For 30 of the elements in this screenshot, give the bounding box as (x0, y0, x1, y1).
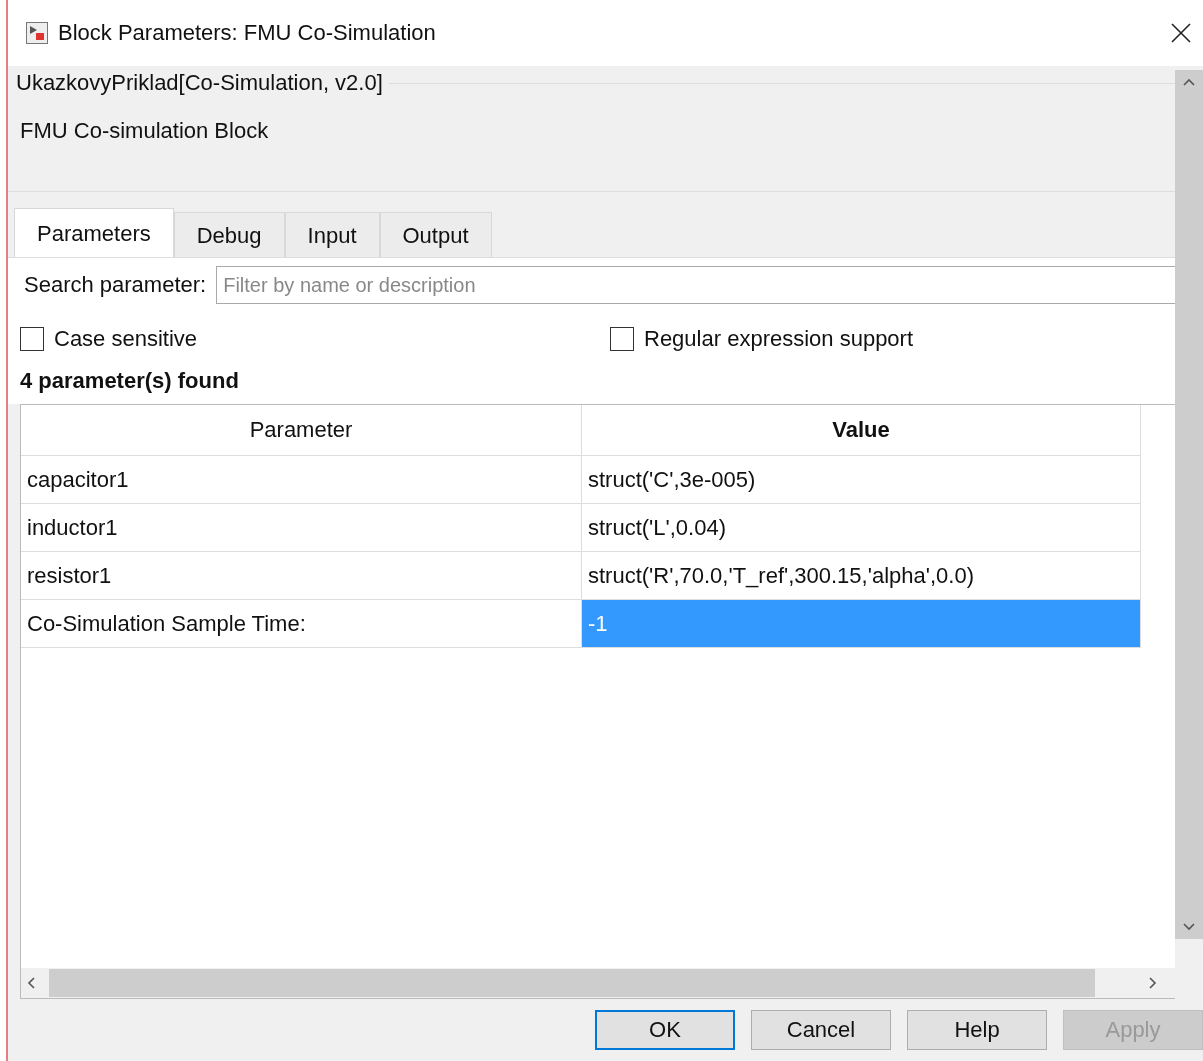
group-title: UkazkovyPriklad[Co-Simulation, v2.0] (16, 70, 383, 96)
close-icon[interactable] (1171, 23, 1191, 43)
search-label: Search parameter: (24, 272, 207, 298)
tab[interactable]: Debug (173, 212, 285, 257)
results-count: 4 parameter(s) found (8, 358, 1175, 404)
table-cell: capacitor1 (21, 455, 582, 504)
checkbox[interactable] (610, 327, 634, 351)
checkbox-label: Regular expression support (644, 326, 914, 352)
table-cell: resistor1 (21, 551, 582, 600)
vertical-scrollbar[interactable] (1175, 70, 1203, 939)
dialog-button[interactable]: Help (907, 1010, 1047, 1050)
checkbox-label: Case sensitive (54, 326, 198, 352)
table-cell: inductor1 (21, 503, 582, 552)
search-field[interactable]: Filter by name or description (216, 266, 1175, 304)
value-cell[interactable]: struct('C',3e-005) (581, 455, 1141, 504)
window-title: Block Parameters: FMU Co-Simulation (58, 20, 437, 46)
tab[interactable]: Input (284, 212, 380, 257)
horizontal-scrollbar[interactable] (21, 968, 1175, 998)
dialog-button[interactable]: Cancel (751, 1010, 891, 1050)
tab[interactable]: Parameters (14, 208, 174, 257)
column-header[interactable]: Value (581, 405, 1141, 456)
dialog-button[interactable]: OK (595, 1010, 735, 1050)
block-icon (26, 22, 48, 44)
checkbox[interactable] (20, 327, 44, 351)
block-description: FMU Co-simulation Block (19, 118, 270, 144)
tab[interactable]: Output (379, 212, 492, 257)
value-cell[interactable]: struct('R',70.0,'T_ref',300.15,'alpha',0.0) (581, 551, 1141, 600)
column-header[interactable]: Parameter (21, 405, 582, 456)
value-cell[interactable]: struct('L',0.04) (581, 503, 1141, 552)
table-cell: Co-Simulation Sample Time: (21, 599, 582, 648)
